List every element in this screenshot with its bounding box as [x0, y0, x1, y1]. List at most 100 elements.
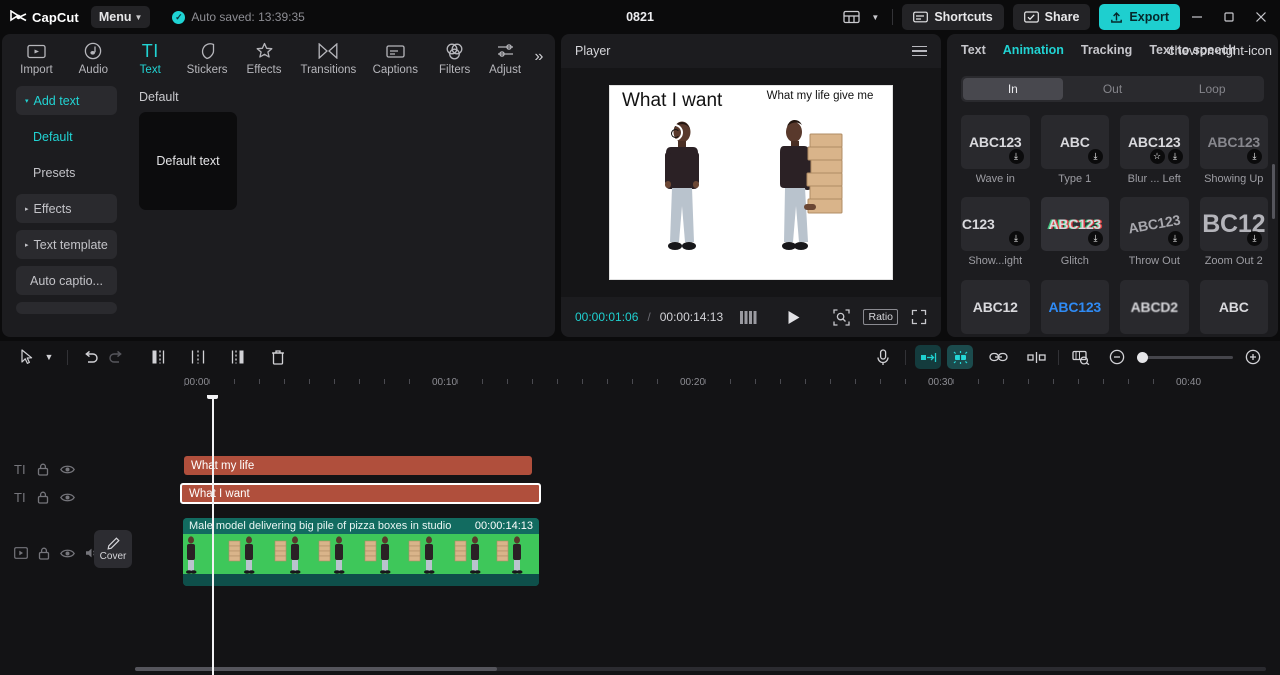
microphone-icon[interactable]: [870, 345, 896, 369]
video-clip[interactable]: Male model delivering big pile of pizza …: [183, 518, 539, 586]
download-icon[interactable]: ⤓: [1088, 231, 1103, 247]
share-button[interactable]: Share: [1012, 4, 1091, 30]
nav-default[interactable]: Default: [16, 122, 117, 151]
favorite-star-icon[interactable]: ☆: [1149, 149, 1165, 164]
magnet-icon[interactable]: [947, 345, 973, 369]
segment-out[interactable]: Out: [1063, 78, 1163, 100]
maximize-icon[interactable]: [1214, 2, 1244, 32]
trim-left-icon[interactable]: [145, 345, 171, 369]
text-clip[interactable]: What my life: [184, 456, 532, 475]
frames-icon[interactable]: [740, 310, 758, 324]
eye-icon[interactable]: [59, 492, 75, 503]
tab-captions[interactable]: Captions: [364, 39, 426, 76]
tab-audio[interactable]: Audio: [65, 39, 122, 76]
tab-animation[interactable]: Animation: [1003, 43, 1064, 57]
download-icon[interactable]: ⤓: [1247, 149, 1262, 164]
lock-icon[interactable]: [38, 547, 50, 560]
download-icon[interactable]: ⤓: [1247, 231, 1262, 247]
nav-auto-captions[interactable]: Auto captio...: [16, 266, 117, 295]
tab-transitions[interactable]: Transitions: [292, 39, 364, 76]
video-track-body[interactable]: Male model delivering big pile of pizza …: [135, 518, 1280, 588]
cover-button[interactable]: Cover: [94, 530, 132, 568]
zoom-slider[interactable]: [1137, 351, 1233, 363]
right-panel-scrollbar[interactable]: [1272, 164, 1275, 219]
close-icon[interactable]: [1246, 2, 1276, 32]
playhead-handle[interactable]: [207, 395, 218, 399]
segment-loop[interactable]: Loop: [1162, 78, 1262, 100]
animation-item[interactable]: ABC: [1199, 279, 1268, 337]
animation-item[interactable]: ABC12: [961, 279, 1030, 337]
animation-item[interactable]: ABC123 ⤓ Throw Out: [1120, 197, 1189, 270]
delete-icon[interactable]: [265, 345, 291, 369]
tab-effects[interactable]: Effects: [236, 39, 293, 76]
select-tool-dropdown-chevron-down-icon[interactable]: ▼: [40, 345, 58, 369]
timeline-horizontal-scrollbar[interactable]: [135, 667, 1266, 671]
download-icon[interactable]: ⤓: [1008, 231, 1024, 247]
track-body[interactable]: What my life: [135, 455, 1280, 483]
segment-in[interactable]: In: [963, 78, 1063, 100]
animation-item[interactable]: ABC ⤓ Type 1: [1040, 115, 1109, 188]
nav-effects[interactable]: ▸ Effects: [16, 194, 117, 223]
tab-import[interactable]: Import: [8, 39, 65, 76]
nav-text-template[interactable]: ▸ Text template: [16, 230, 117, 259]
snap-clip-icon[interactable]: [915, 345, 941, 369]
zoom-slider-handle[interactable]: [1137, 351, 1148, 363]
text-clip-selected[interactable]: What I want: [180, 483, 541, 504]
more-tabs-button[interactable]: »: [529, 48, 549, 66]
hamburger-icon[interactable]: [912, 45, 927, 57]
animation-item[interactable]: C123 ⤓ Glitch Show...ight: [961, 197, 1030, 270]
tab-adjust[interactable]: Adjust: [483, 39, 527, 76]
redo-icon[interactable]: [103, 345, 129, 369]
link-icon[interactable]: [985, 345, 1011, 369]
current-time[interactable]: 00:00:01:06: [575, 310, 638, 324]
default-text-card[interactable]: Default text: [139, 112, 237, 210]
split-icon[interactable]: [185, 345, 211, 369]
play-icon[interactable]: [787, 310, 801, 325]
shortcuts-button[interactable]: Shortcuts: [902, 4, 1004, 30]
zoom-fit-icon[interactable]: [833, 308, 851, 326]
download-icon[interactable]: ⤓: [1167, 149, 1183, 164]
download-icon[interactable]: ⤓: [1167, 231, 1183, 247]
minimize-icon[interactable]: [1182, 2, 1212, 32]
animation-item[interactable]: BC12 ⤓ Zoom Out 2: [1199, 197, 1268, 270]
download-icon[interactable]: ⤓: [1008, 149, 1024, 164]
tab-stickers[interactable]: Stickers: [179, 39, 236, 76]
split-view-icon[interactable]: [1023, 345, 1049, 369]
tab-tracking[interactable]: Tracking: [1081, 43, 1132, 57]
nav-clipped-item[interactable]: [16, 302, 117, 314]
animation-item[interactable]: ABCD2: [1120, 279, 1189, 337]
lock-icon[interactable]: [37, 491, 49, 504]
ratio-button[interactable]: Ratio: [863, 309, 898, 325]
cursor-icon[interactable]: [14, 345, 40, 369]
track-body[interactable]: What I want: [135, 483, 1280, 511]
download-icon[interactable]: ⤓: [1088, 149, 1103, 164]
zoom-out-icon[interactable]: [1104, 345, 1130, 369]
tab-text[interactable]: TI Text: [122, 39, 179, 76]
chevron-right-icon[interactable]: chevron-right-icon: [1168, 43, 1272, 58]
preview-icon[interactable]: [1068, 345, 1094, 369]
timeline-ruler[interactable]: 00:00 00:10 00:20 00:30 00:40: [0, 373, 1280, 395]
nav-presets[interactable]: Presets: [16, 158, 117, 187]
nav-add-text[interactable]: ▾ Add text: [16, 86, 117, 115]
animation-item[interactable]: ABC123: [1040, 279, 1109, 337]
eye-icon[interactable]: [60, 548, 75, 559]
video-canvas[interactable]: What I want What my life give me: [609, 85, 893, 280]
animation-item[interactable]: ABC123 ⤓ Showing Up: [1199, 115, 1268, 188]
tab-text-properties[interactable]: Text: [961, 43, 986, 57]
menu-button[interactable]: Menu ▼: [90, 6, 151, 28]
animation-item[interactable]: ABC123 ⤓ Wave in: [961, 115, 1030, 188]
tab-filters[interactable]: Filters: [426, 39, 483, 76]
fullscreen-icon[interactable]: [911, 309, 927, 325]
animation-item[interactable]: ABC123 ⤓ Glitch: [1040, 197, 1109, 270]
export-button[interactable]: Export: [1099, 4, 1180, 30]
trim-right-icon[interactable]: [225, 345, 251, 369]
lock-icon[interactable]: [37, 463, 49, 476]
animation-thumbnail: ABC12: [961, 279, 1030, 334]
zoom-in-icon[interactable]: [1240, 345, 1266, 369]
playhead[interactable]: [207, 395, 218, 675]
layout-dropdown-chevron-down-icon[interactable]: ▼: [867, 4, 883, 30]
eye-icon[interactable]: [59, 464, 75, 475]
undo-icon[interactable]: [77, 345, 103, 369]
layout-icon[interactable]: [837, 4, 865, 30]
animation-item[interactable]: ABC123 ☆ ⤓ Blur ... Left: [1120, 115, 1189, 188]
